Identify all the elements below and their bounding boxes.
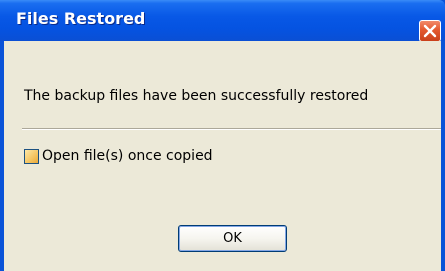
title-bar[interactable]: Files Restored — [0, 0, 445, 42]
open-files-checkbox-label[interactable]: Open file(s) once copied — [42, 148, 213, 164]
separator — [22, 128, 441, 130]
ok-button[interactable]: OK — [178, 225, 287, 252]
open-files-option[interactable]: Open file(s) once copied — [24, 147, 213, 165]
close-button[interactable] — [419, 20, 441, 42]
dialog-body: The backup files have been successfully … — [4, 41, 441, 271]
message-text: The backup files have been successfully … — [24, 88, 369, 104]
close-icon — [423, 24, 437, 38]
open-files-checkbox[interactable] — [24, 148, 39, 164]
window-title: Files Restored — [16, 9, 146, 28]
dialog-window: Files Restored The backup files have bee… — [0, 0, 445, 271]
